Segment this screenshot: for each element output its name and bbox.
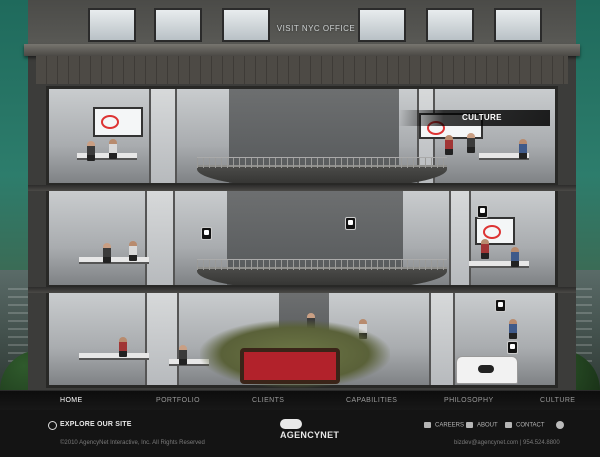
- floor-middle[interactable]: [46, 188, 558, 288]
- railing: [197, 157, 447, 168]
- person: [109, 139, 117, 159]
- contact-info: bizdev@agencynet.com | 954.524.8800: [454, 440, 560, 446]
- footer: EXPLORE OUR SITE AGENCYNET ©2010 AgencyN…: [0, 410, 600, 457]
- office-scene: VISIT NYC OFFICE CULTURE: [0, 0, 600, 390]
- copyright-text: ©2010 AgencyNet Interactive, Inc. All Ri…: [60, 440, 205, 446]
- nav-home[interactable]: HOME: [60, 397, 83, 404]
- nav-portfolio[interactable]: PORTFOLIO: [156, 397, 200, 404]
- window: [222, 8, 270, 42]
- location-pin-icon[interactable]: [495, 299, 506, 312]
- nav-philosophy[interactable]: PHILOSOPHY: [444, 397, 494, 404]
- window: [154, 8, 202, 42]
- person: [519, 139, 527, 159]
- logo-mark-icon: [280, 418, 302, 429]
- wall: [429, 293, 455, 385]
- person: [87, 141, 95, 161]
- person: [481, 239, 489, 259]
- careers-label: CAREERS: [435, 422, 465, 429]
- careers-link[interactable]: CAREERS: [424, 422, 464, 429]
- railing: [197, 259, 447, 270]
- window: [494, 8, 542, 42]
- explore-label: EXPLORE OUR SITE: [60, 421, 132, 428]
- person: [509, 319, 517, 339]
- desk: [79, 257, 149, 264]
- about-link[interactable]: ABOUT: [466, 422, 498, 429]
- person: [119, 337, 127, 357]
- wall: [145, 191, 175, 285]
- window: [426, 8, 474, 42]
- person: [103, 243, 111, 263]
- mail-icon: [505, 422, 512, 428]
- floor-slab: [28, 185, 576, 191]
- info-icon: [466, 422, 473, 428]
- search-icon: [48, 421, 57, 430]
- briefcase-icon: [424, 422, 431, 428]
- balcony: [197, 259, 447, 285]
- wall-screen: [93, 107, 143, 137]
- agencynet-logo-mark: [478, 365, 494, 373]
- person: [511, 247, 519, 267]
- location-pin-icon[interactable]: [507, 341, 518, 354]
- explore-our-site-button[interactable]: EXPLORE OUR SITE: [48, 421, 132, 430]
- contact-link[interactable]: CONTACT: [505, 422, 545, 429]
- agencynet-logo[interactable]: AGENCYNET: [280, 418, 360, 440]
- balcony: [197, 157, 447, 183]
- wall: [145, 293, 179, 385]
- logo-text: AGENCYNET: [280, 429, 340, 440]
- person: [467, 133, 475, 153]
- desk: [77, 153, 137, 160]
- location-pin-icon[interactable]: [345, 217, 356, 230]
- person: [445, 135, 453, 155]
- desk: [79, 353, 149, 360]
- floor-slab: [28, 287, 576, 293]
- culture-tooltip[interactable]: CULTURE: [398, 110, 550, 126]
- floor-top[interactable]: [46, 86, 558, 186]
- person: [129, 241, 137, 261]
- nav-capabilities[interactable]: CAPABILITIES: [346, 397, 397, 404]
- main-nav: HOME PORTFOLIO CLIENTS CAPABILITIES PHIL…: [0, 390, 600, 411]
- reception-desk[interactable]: [456, 356, 518, 384]
- pool-table[interactable]: [240, 348, 340, 384]
- cornice: [24, 44, 580, 56]
- about-label: ABOUT: [477, 422, 498, 429]
- contact-label: CONTACT: [516, 422, 545, 429]
- wall: [149, 89, 177, 183]
- visit-nyc-office-link[interactable]: VISIT NYC OFFICE: [276, 24, 356, 33]
- window: [358, 8, 406, 42]
- nav-clients[interactable]: CLIENTS: [252, 397, 284, 404]
- window: [88, 8, 136, 42]
- location-pin-icon[interactable]: [477, 205, 488, 218]
- wall: [449, 191, 471, 285]
- nav-culture[interactable]: CULTURE: [540, 397, 575, 404]
- location-pin-icon[interactable]: [201, 227, 212, 240]
- share-icon[interactable]: [556, 421, 564, 429]
- brick-band: [36, 56, 568, 84]
- desk: [469, 261, 529, 268]
- person: [179, 345, 187, 365]
